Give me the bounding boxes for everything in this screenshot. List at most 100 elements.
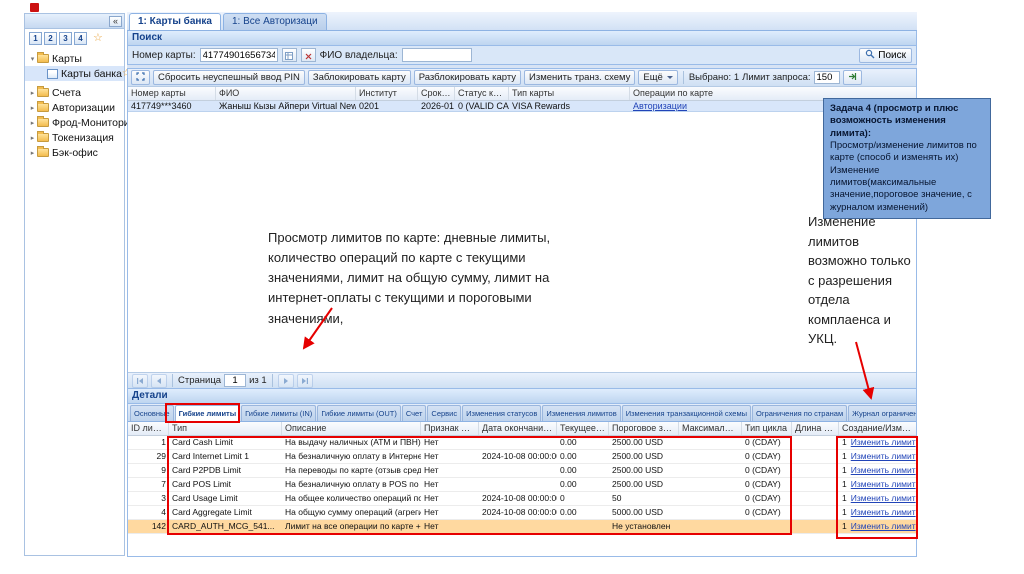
tree-item[interactable]: ▸Бэк-офис	[25, 145, 124, 160]
sidebar-collapse-button[interactable]: «	[109, 16, 122, 27]
column-header[interactable]: Институт	[356, 87, 418, 100]
expand-arrow-icon[interactable]: ▸	[28, 119, 37, 127]
change-limit-link[interactable]: Изменить лимит	[851, 479, 916, 489]
owner-name-input[interactable]	[402, 48, 472, 62]
details-tab[interactable]: Сервис	[427, 405, 461, 421]
tree-item[interactable]: ▸Счета	[25, 85, 124, 100]
authorizations-link[interactable]: Авторизации	[633, 101, 687, 111]
column-header[interactable]: Длина цикла	[792, 422, 839, 435]
column-header[interactable]: Дата окончания цикла	[479, 422, 557, 435]
column-header[interactable]: Тип карты	[509, 87, 630, 100]
details-tab[interactable]: Изменения лимитов	[542, 405, 620, 421]
reset-pin-button[interactable]: Сбросить неуспешный ввод PIN	[153, 70, 305, 85]
column-header[interactable]: Признак инд. лимита	[421, 422, 479, 435]
limit-cell: 2024-10-08 00:00:00	[479, 450, 557, 463]
details-tab[interactable]: Изменения транзакционной схемы	[622, 405, 751, 421]
details-tab[interactable]: Журнал ограничений по странам	[848, 405, 916, 421]
limit-cell: На общее количество операций по карте	[282, 492, 421, 505]
limit-cell	[792, 478, 839, 491]
limit-cell	[557, 520, 609, 533]
change-limit-link[interactable]: Изменить лимит	[851, 507, 916, 517]
limit-action-cell: 1Изменить лимит	[839, 506, 916, 519]
next-page-button[interactable]	[278, 374, 294, 388]
change-limit-link[interactable]: Изменить лимит	[851, 451, 916, 461]
limits-grid-body: 1Card Cash LimitНа выдачу наличных (АТМ …	[128, 436, 916, 534]
apply-limit-button[interactable]	[843, 70, 862, 85]
main-tab[interactable]: 1: Карты банка	[129, 13, 221, 30]
limit-row[interactable]: 4Card Aggregate LimitНа общую сумму опер…	[128, 506, 916, 520]
first-page-button[interactable]	[132, 374, 148, 388]
details-tab[interactable]: Гибкие лимиты (IN)	[241, 405, 316, 421]
limit-row[interactable]: 1Card Cash LimitНа выдачу наличных (АТМ …	[128, 436, 916, 450]
query-limit-input[interactable]	[814, 71, 840, 84]
collapse-arrow-icon[interactable]: ▾	[28, 55, 37, 63]
change-limit-link[interactable]: Изменить лимит	[851, 465, 916, 475]
details-tab[interactable]: Счет	[402, 405, 427, 421]
details-tab[interactable]: Гибкие лимиты (OUT)	[317, 405, 401, 421]
card-lookup-button[interactable]	[282, 48, 297, 62]
main-tab[interactable]: 1: Все Авторизаци	[223, 13, 327, 30]
column-header[interactable]: ID лимита	[128, 422, 169, 435]
column-header[interactable]: Тип цикла	[742, 422, 792, 435]
block-card-button[interactable]: Заблокировать карту	[308, 70, 411, 85]
column-header[interactable]: ФИО	[216, 87, 356, 100]
limit-cell	[679, 464, 742, 477]
workspace-button[interactable]: 4	[74, 32, 87, 45]
change-trans-scheme-button[interactable]: Изменить транз. схему	[524, 70, 635, 85]
tree-item[interactable]: ▸Фрод-Мониторинг	[25, 115, 124, 130]
limit-row[interactable]: 29Card Internet Limit 1На безналичную оп…	[128, 450, 916, 464]
details-tab[interactable]: Гибкие лимиты	[175, 405, 241, 421]
card-row[interactable]: 417749***3460Жаныш Кызы Айпери Virtual N…	[128, 101, 916, 112]
last-page-button[interactable]	[297, 374, 313, 388]
expand-arrow-icon[interactable]: ▸	[28, 149, 37, 157]
tree-item-label: Карты	[52, 53, 82, 65]
expand-arrow-icon[interactable]: ▸	[28, 89, 37, 97]
details-tab[interactable]: Основные	[130, 405, 174, 421]
column-header[interactable]: Номер карты	[128, 87, 216, 100]
limits-view-note: Просмотр лимитов по карте: дневные лимит…	[268, 228, 580, 329]
column-header[interactable]: Пороговое значение	[609, 422, 679, 435]
more-button[interactable]: Ещё	[638, 70, 677, 85]
card-clear-button[interactable]	[301, 48, 316, 62]
clear-icon	[305, 48, 312, 63]
workspace-button[interactable]: 2	[44, 32, 57, 45]
expand-arrow-icon[interactable]: ▸	[28, 104, 37, 112]
tree-item[interactable]: ▾ Карты	[25, 51, 124, 66]
limit-row[interactable]: 142CARD_AUTH_MCG_541...Лимит на все опер…	[128, 520, 916, 534]
column-header[interactable]: Описание	[282, 422, 421, 435]
favorites-star-icon[interactable]: ☆	[93, 33, 103, 44]
column-header[interactable]: Максимальное зна...	[679, 422, 742, 435]
tree-item[interactable]: ▸Токенизация	[25, 130, 124, 145]
workspace-button[interactable]: 1	[29, 32, 42, 45]
column-header[interactable]: Текущее значение	[557, 422, 609, 435]
column-header[interactable]: Создание/Изменение...	[839, 422, 916, 435]
prev-page-button[interactable]	[151, 374, 167, 388]
workspace-button[interactable]: 3	[59, 32, 72, 45]
column-header[interactable]: Срок действия	[418, 87, 455, 100]
change-limit-link[interactable]: Изменить лимит	[851, 493, 916, 503]
search-button[interactable]: Поиск	[859, 48, 912, 63]
limit-row[interactable]: 9Card P2PDB LimitНа переводы по карте (о…	[128, 464, 916, 478]
details-tab[interactable]: Ограничения по странам	[752, 405, 847, 421]
expand-grid-button[interactable]	[131, 70, 150, 85]
card-row-cell: 417749***3460	[128, 101, 216, 111]
change-limit-link[interactable]: Изменить лимит	[851, 437, 916, 447]
details-tab[interactable]: Изменения статусов	[462, 405, 541, 421]
folder-icon	[37, 148, 49, 157]
limit-row[interactable]: 3Card Usage LimitНа общее количество опе…	[128, 492, 916, 506]
card-row-cell: 2026-01	[418, 101, 455, 111]
tree-item[interactable]: Карты банка☆	[25, 66, 124, 81]
page-number-input[interactable]	[224, 374, 246, 387]
unblock-card-button[interactable]: Разблокировать карту	[414, 70, 521, 85]
limit-cell: 50	[609, 492, 679, 505]
column-header[interactable]: Статус карты	[455, 87, 509, 100]
column-header[interactable]: Тип	[169, 422, 282, 435]
card-number-input[interactable]	[200, 48, 278, 62]
limit-cell: На общую сумму операций (агрегированный …	[282, 506, 421, 519]
limit-row[interactable]: 7Card POS LimitНа безналичную оплату в P…	[128, 478, 916, 492]
folder-icon	[37, 88, 49, 97]
expand-arrow-icon[interactable]: ▸	[28, 134, 37, 142]
tree-item[interactable]: ▸Авторизации	[25, 100, 124, 115]
search-panel-header: Поиск	[128, 31, 916, 46]
change-limit-link[interactable]: Изменить лимит	[851, 521, 916, 531]
